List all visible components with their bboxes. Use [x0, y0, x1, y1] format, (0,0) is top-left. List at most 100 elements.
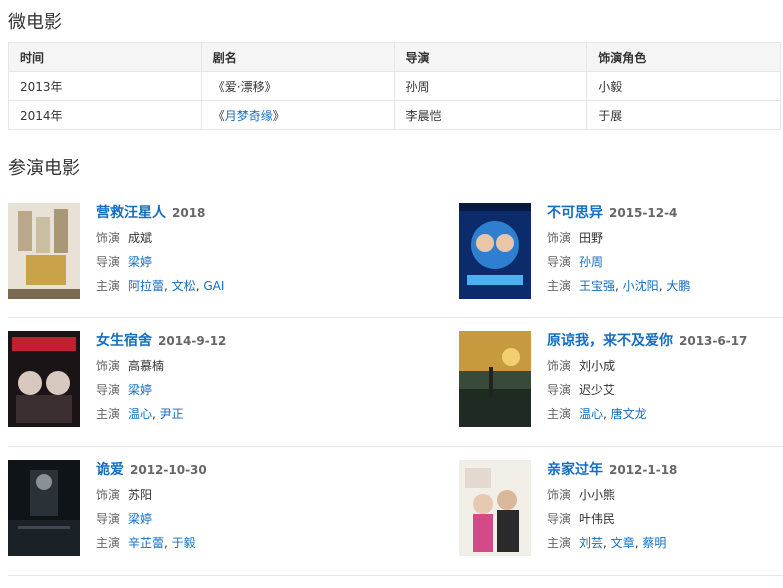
role-value: 田野 [579, 231, 604, 245]
film-date: 2013-6-17 [679, 334, 748, 348]
director-value[interactable]: 梁婷 [128, 512, 152, 526]
cell-director: 孙周 [393, 71, 588, 101]
table-header-row: 时间 剧名 导演 饰演角色 [8, 42, 781, 72]
cast-separator: , [615, 279, 623, 293]
director-label: 导演 [96, 512, 121, 526]
cell-title: 《爱·漂移》 [200, 71, 395, 101]
film-title-link[interactable]: 原谅我，来不及爱你 [547, 333, 673, 349]
director-label: 导演 [96, 255, 121, 269]
film-info: 原谅我，来不及爱你 2013-6-17 饰演 刘小成 导演 迟少艾 主演 温心, 唐文龙 [547, 331, 747, 423]
role-label: 饰演 [547, 231, 572, 245]
cast-member-link[interactable]: 于毅 [172, 536, 196, 550]
film-title-link[interactable]: 诡爱 [96, 462, 124, 478]
cast-member-link[interactable]: 蔡明 [642, 536, 666, 550]
column-header-title: 剧名 [200, 42, 395, 72]
cast-separator: , [603, 536, 611, 550]
cast-label: 主演 [96, 407, 121, 421]
cast-member-link[interactable]: 尹正 [160, 407, 184, 421]
cast-label: 主演 [547, 536, 572, 550]
director-label: 导演 [96, 383, 121, 397]
film-poster[interactable] [8, 203, 80, 299]
cast-member-link[interactable]: 文松 [172, 279, 196, 293]
cast-member-link[interactable]: 辛芷蕾 [128, 536, 164, 550]
film-card: 不可思异 2015-12-4 饰演 田野 导演 孙周 主演 王宝强, 小沈阳, 大鹏 [459, 203, 783, 303]
film-info: 诡爱 2012-10-30 饰演 苏阳 导演 梁婷 主演 辛芷蕾, 于毅 [96, 460, 207, 552]
role-value: 高慕楠 [128, 359, 165, 373]
cast-label: 主演 [96, 279, 121, 293]
cast-member-link[interactable]: 温心 [128, 407, 152, 421]
micro-title-text: 爱·漂移 [224, 79, 265, 94]
director-label: 导演 [547, 383, 572, 397]
table-row: 2013年 《爱·漂移》 孙周 小毅 [8, 71, 781, 101]
film-date: 2012-10-30 [130, 463, 207, 477]
role-label: 饰演 [96, 359, 121, 373]
film-info: 亲家过年 2012-1-18 饰演 小小熊 导演 叶伟民 主演 刘芸, 文章, 蔡明 [547, 460, 677, 552]
film-title-link[interactable]: 不可思异 [547, 205, 603, 221]
film-info: 营救汪星人 2018 饰演 成斌 导演 梁婷 主演 阿拉蕾, 文松, GAI [96, 203, 224, 295]
role-label: 饰演 [96, 231, 121, 245]
role-value: 刘小成 [579, 359, 616, 373]
film-card: 女生宿舍 2014-9-12 饰演 高慕楠 导演 梁婷 主演 温心, 尹正 [8, 331, 388, 431]
director-value[interactable]: 孙周 [579, 255, 603, 269]
film-info: 不可思异 2015-12-4 饰演 田野 导演 孙周 主演 王宝强, 小沈阳, 大鹏 [547, 203, 690, 295]
director-value: 迟少艾 [579, 383, 616, 397]
role-label: 饰演 [96, 488, 121, 502]
film-card: 亲家过年 2012-1-18 饰演 小小熊 导演 叶伟民 主演 刘芸, 文章, 蔡明 [459, 460, 783, 560]
role-value: 苏阳 [128, 488, 153, 502]
cell-year: 2014年 [8, 100, 202, 130]
cast-separator: , [603, 407, 611, 421]
cell-director: 李晨恺 [393, 100, 588, 130]
director-value: 叶伟民 [579, 512, 616, 526]
cast-member-link[interactable]: 王宝强 [579, 279, 615, 293]
cast-member-link[interactable]: 大鹏 [666, 279, 690, 293]
film-date: 2015-12-4 [609, 206, 678, 220]
cast-member-link[interactable]: 刘芸 [579, 536, 603, 550]
film-date: 2014-9-12 [158, 334, 227, 348]
film-list: 营救汪星人 2018 饰演 成斌 导演 梁婷 主演 阿拉蕾, 文松, GAI 不可思异 2015-… [8, 190, 783, 576]
film-row: 营救汪星人 2018 饰演 成斌 导演 梁婷 主演 阿拉蕾, 文松, GAI 不可思异 2015-… [8, 190, 783, 318]
director-value[interactable]: 梁婷 [128, 383, 152, 397]
column-header-director: 导演 [393, 42, 588, 72]
table-row: 2014年 《月梦奇缘》 李晨恺 于展 [8, 100, 781, 130]
film-title-link[interactable]: 营救汪星人 [96, 205, 166, 221]
film-date: 2018 [172, 206, 206, 220]
cast-member-link[interactable]: 阿拉蕾 [128, 279, 164, 293]
cast-separator: , [164, 279, 172, 293]
micro-title-link[interactable]: 月梦奇缘 [225, 109, 273, 123]
film-title-link[interactable]: 女生宿舍 [96, 333, 152, 349]
director-label: 导演 [547, 512, 572, 526]
role-value: 小小熊 [579, 488, 616, 502]
cell-year: 2013年 [8, 71, 202, 101]
cast-separator: , [164, 536, 172, 550]
film-poster[interactable] [8, 331, 80, 427]
director-value[interactable]: 梁婷 [128, 255, 152, 269]
cast-member-link[interactable]: 温心 [579, 407, 603, 421]
role-label: 饰演 [547, 488, 572, 502]
film-poster[interactable] [459, 460, 531, 556]
film-card: 营救汪星人 2018 饰演 成斌 导演 梁婷 主演 阿拉蕾, 文松, GAI [8, 203, 388, 303]
cast-label: 主演 [547, 279, 572, 293]
film-poster[interactable] [459, 331, 531, 427]
role-label: 饰演 [547, 359, 572, 373]
film-info: 女生宿舍 2014-9-12 饰演 高慕楠 导演 梁婷 主演 温心, 尹正 [96, 331, 226, 423]
cast-member-link[interactable]: 唐文龙 [611, 407, 647, 421]
director-label: 导演 [547, 255, 572, 269]
micro-film-table: 时间 剧名 导演 饰演角色 2013年 《爱·漂移》 孙周 小毅 2014年 《… [8, 42, 781, 130]
film-card: 原谅我，来不及爱你 2013-6-17 饰演 刘小成 导演 迟少艾 主演 温心, 唐文龙 [459, 331, 783, 431]
cell-role: 于展 [586, 100, 781, 130]
cast-label: 主演 [547, 407, 572, 421]
role-value: 成斌 [128, 231, 153, 245]
cell-title: 《月梦奇缘》 [200, 100, 395, 130]
film-date: 2012-1-18 [609, 463, 678, 477]
cast-member-link[interactable]: 小沈阳 [623, 279, 659, 293]
column-header-role: 饰演角色 [586, 42, 781, 72]
section-title-micro-films: 微电影 [8, 12, 62, 33]
film-title-link[interactable]: 亲家过年 [547, 462, 603, 478]
cast-member-link[interactable]: 文章 [611, 536, 635, 550]
cast-member-link[interactable]: GAI [203, 279, 224, 293]
film-poster[interactable] [459, 203, 531, 299]
film-poster[interactable] [8, 460, 80, 556]
cast-label: 主演 [96, 536, 121, 550]
cast-separator: , [152, 407, 160, 421]
section-title-films: 参演电影 [8, 158, 80, 179]
